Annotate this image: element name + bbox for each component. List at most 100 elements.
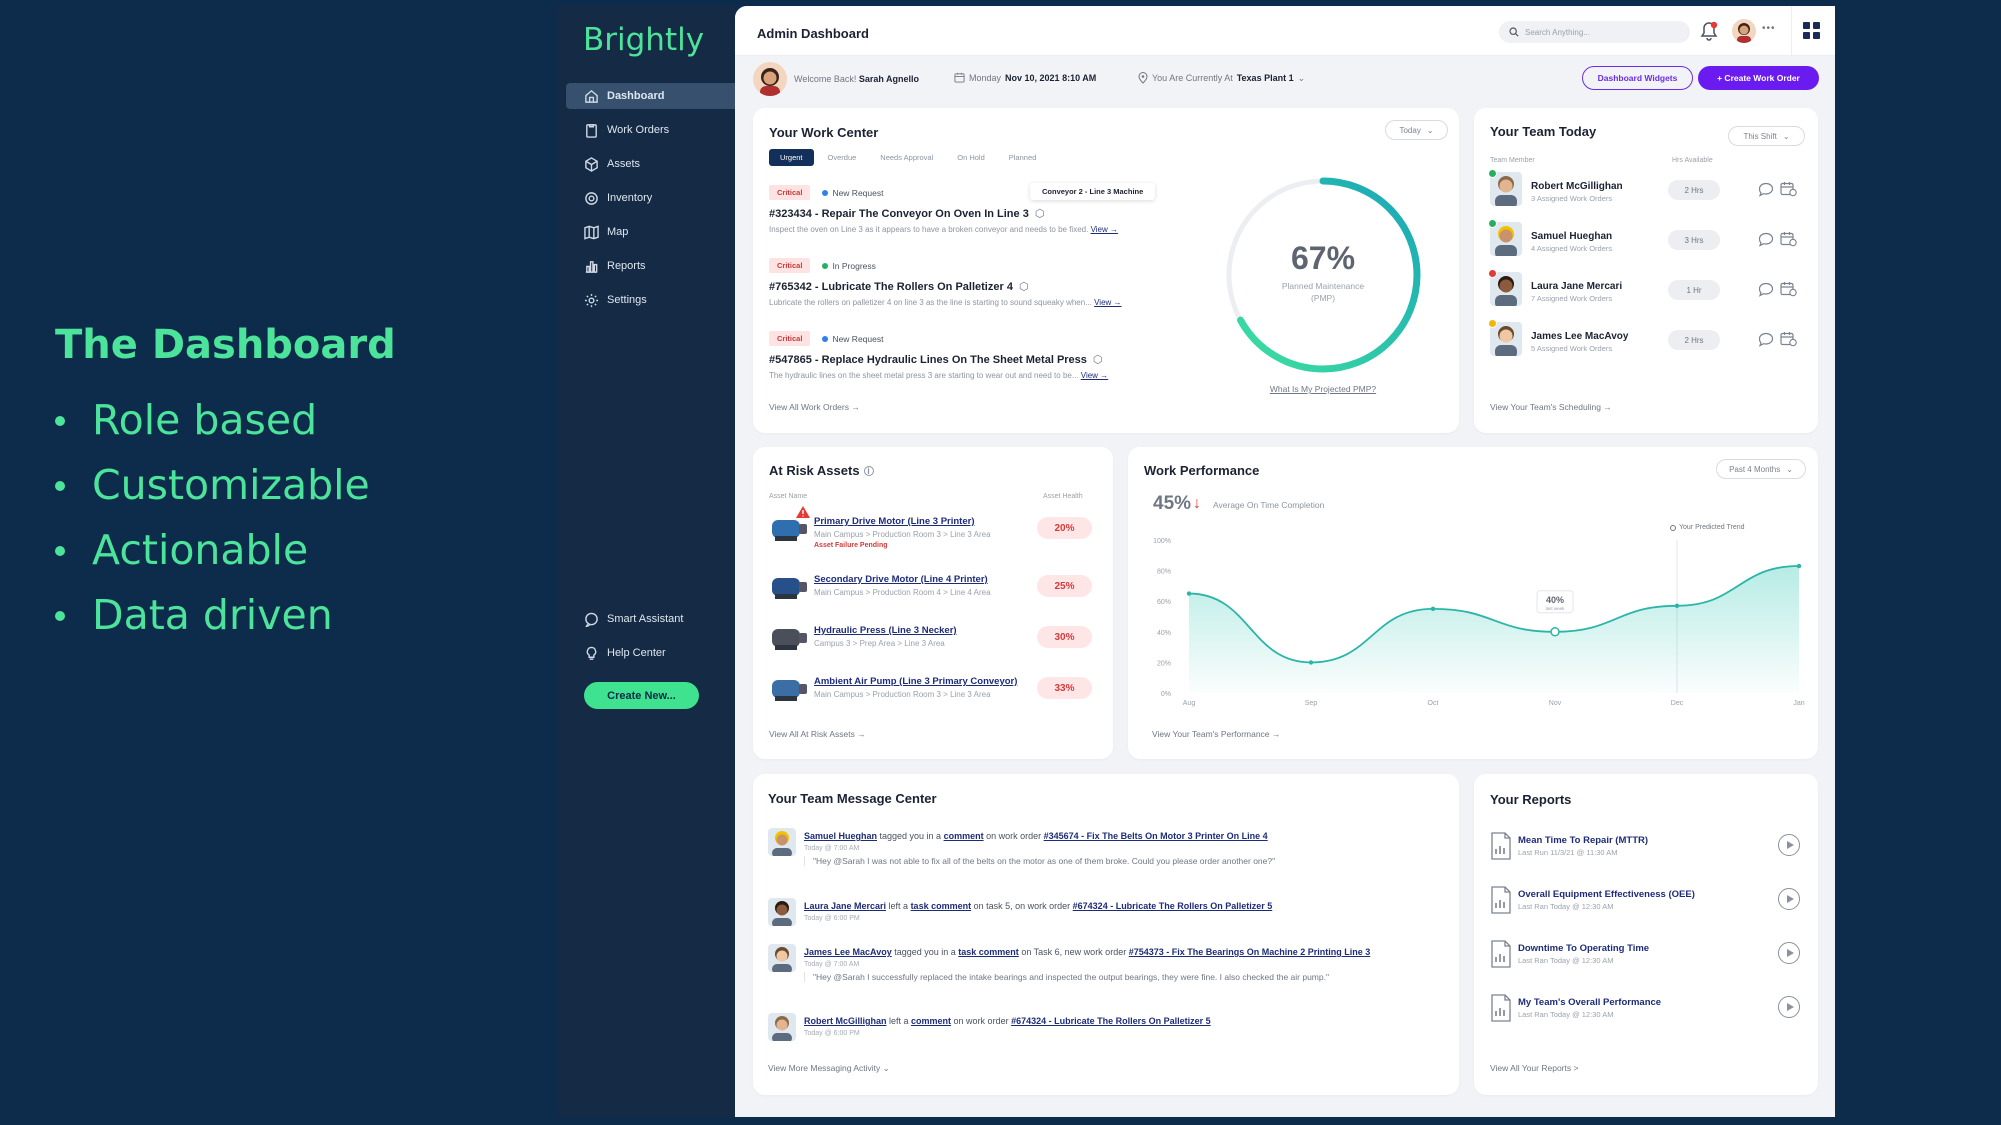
report-item[interactable]: Mean Time To Repair (MTTR) Last Run 11/3… [1490,830,1804,864]
user-avatar[interactable] [1732,19,1756,43]
team-member-name: James Lee MacAvoy [1531,331,1629,342]
team-scheduling-link[interactable]: View Your Team's Scheduling → [1490,402,1612,412]
message-order-link[interactable]: #345674 - Fix The Belts On Motor 3 Print… [1044,831,1268,841]
more-options-icon[interactable]: ••• [1762,23,1776,34]
search-bar[interactable]: Search Anything... [1499,21,1690,43]
report-item[interactable]: Downtime To Operating Time Last Ran Toda… [1490,938,1804,972]
view-all-at-risk-link[interactable]: View All At Risk Assets → [769,729,866,739]
tab-needs-approval[interactable]: Needs Approval [870,149,943,166]
calendar-schedule-icon[interactable] [1780,331,1797,352]
message-user-link[interactable]: James Lee MacAvoy [804,947,892,957]
filter-label: Past 4 Months [1729,464,1781,474]
team-member-row[interactable]: Laura Jane Mercari 7 Assigned Work Order… [1488,269,1810,308]
view-link[interactable]: View → [1081,371,1108,380]
view-link[interactable]: View → [1094,298,1121,307]
asset-name-link[interactable]: Primary Drive Motor (Line 3 Printer) [814,516,974,527]
apps-grid-icon[interactable] [1803,22,1820,39]
performance-value: 45% [1153,493,1192,514]
location-pin-icon [1138,72,1148,84]
at-risk-asset-row[interactable]: Primary Drive Motor (Line 3 Printer) Mai… [769,506,1099,552]
asset-name-link[interactable]: Ambient Air Pump (Line 3 Primary Conveyo… [814,676,1017,687]
team-performance-link[interactable]: View Your Team's Performance → [1152,729,1280,739]
tab-on-hold[interactable]: On Hold [947,149,995,166]
report-document-icon [1490,940,1512,973]
message-kind-link[interactable]: comment [944,831,984,841]
team-member-row[interactable]: James Lee MacAvoy 5 Assigned Work Orders… [1488,319,1810,358]
calendar-schedule-icon[interactable] [1780,231,1797,252]
report-item[interactable]: My Team's Overall Performance Last Ran T… [1490,992,1804,1026]
play-report-icon[interactable] [1778,888,1800,910]
sidebar-item-map[interactable]: Map [566,219,735,245]
view-all-work-orders-link[interactable]: View All Work Orders → [769,402,860,412]
sidebar-item-reports[interactable]: Reports [566,253,735,279]
create-new-button[interactable]: Create New... [584,682,699,709]
play-report-icon[interactable] [1778,834,1800,856]
view-more-label: View More Messaging Activity [768,1063,881,1073]
team-member-row[interactable]: Samuel Hueghan 4 Assigned Work Orders 3 … [1488,219,1810,258]
asset-name-link[interactable]: Secondary Drive Motor (Line 4 Printer) [814,574,988,585]
work-order-item[interactable]: Critical New Request #323434 - Repair The… [769,185,1189,234]
message-order-link[interactable]: #674324 - Lubricate The Rollers On Palle… [1073,901,1273,911]
tab-overdue[interactable]: Overdue [818,149,867,166]
message-icon[interactable] [1758,182,1774,202]
view-more-messages-link[interactable]: View More Messaging Activity ⌄ [768,1063,890,1074]
view-all-reports-link[interactable]: View All Your Reports > [1490,1063,1578,1073]
message-kind-link[interactable]: task comment [958,947,1019,957]
calendar-schedule-icon[interactable] [1780,181,1797,202]
view-link[interactable]: View → [1091,225,1118,234]
report-name[interactable]: Downtime To Operating Time [1518,943,1649,954]
message-user-link[interactable]: Laura Jane Mercari [804,901,886,911]
message-quote: "Hey @Sarah I successfully replaced the … [804,972,1329,982]
search-input[interactable]: Search Anything... [1525,28,1590,37]
report-item[interactable]: Overall Equipment Effectiveness (OEE) La… [1490,884,1804,918]
report-name[interactable]: Overall Equipment Effectiveness (OEE) [1518,889,1695,900]
sidebar-item-help-center[interactable]: Help Center [566,640,735,666]
sidebar-item-label: Map [607,226,629,238]
tab-planned[interactable]: Planned [999,149,1047,166]
message-order-link[interactable]: #674324 - Lubricate The Rollers On Palle… [1011,1016,1211,1026]
sidebar-item-settings[interactable]: Settings [566,287,735,313]
work-order-item[interactable]: Critical New Request #547865 - Replace Hy… [769,331,1189,380]
message-kind-link[interactable]: task comment [911,901,972,911]
report-name[interactable]: Mean Time To Repair (MTTR) [1518,835,1648,846]
work-center-filter[interactable]: Today ⌄ [1385,120,1448,140]
at-risk-asset-row[interactable]: Ambient Air Pump (Line 3 Primary Conveyo… [769,668,1099,712]
play-report-icon[interactable] [1778,996,1800,1018]
tab-urgent[interactable]: Urgent [769,149,814,166]
brand-logo[interactable]: Brightly [583,22,704,58]
calendar-schedule-icon[interactable] [1780,281,1797,302]
message-user-link[interactable]: Robert McGillighan [804,1016,887,1026]
message-avatar [768,898,796,926]
play-report-icon[interactable] [1778,942,1800,964]
create-work-order-button[interactable]: + Create Work Order [1698,66,1819,90]
location-selector[interactable]: You Are Currently At Texas Plant 1 ⌄ [1138,72,1305,84]
message-icon[interactable] [1758,332,1774,352]
message-kind-link[interactable]: comment [911,1016,951,1026]
team-member-row[interactable]: Robert McGillighan 3 Assigned Work Order… [1488,169,1810,208]
info-icon[interactable]: i [863,465,874,476]
hours-available-badge: 3 Hrs [1668,230,1720,250]
at-risk-asset-row[interactable]: Hydraulic Press (Line 3 Necker) Campus 3… [769,617,1099,661]
asset-name-link[interactable]: Hydraulic Press (Line 3 Necker) [814,625,957,636]
message-icon[interactable] [1758,232,1774,252]
y-tick-label: 0% [1161,691,1171,698]
team-today-title: Your Team Today [1490,124,1597,139]
status-text: In Progress [832,260,876,271]
notification-bell-icon[interactable] [1699,20,1719,47]
dashboard-widgets-button[interactable]: Dashboard Widgets [1582,66,1693,90]
message-user-link[interactable]: Samuel Hueghan [804,831,877,841]
sidebar-item-inventory[interactable]: Inventory [566,185,735,211]
performance-filter[interactable]: Past 4 Months ⌄ [1716,459,1806,479]
work-center-tabs: Urgent Overdue Needs Approval On Hold Pl… [769,149,1046,166]
message-order-link[interactable]: #754373 - Fix The Bearings On Machine 2 … [1129,947,1371,957]
sidebar-item-assets[interactable]: Assets [566,151,735,177]
pmp-help-link[interactable]: What Is My Projected PMP? [1223,384,1423,394]
report-name[interactable]: My Team's Overall Performance [1518,997,1661,1008]
sidebar-item-smart-assistant[interactable]: Smart Assistant [566,606,735,632]
sidebar-item-dashboard[interactable]: Dashboard [566,83,735,109]
message-icon[interactable] [1758,282,1774,302]
work-order-item[interactable]: Critical In Progress #765342 - Lubricate … [769,258,1189,307]
sidebar-item-work-orders[interactable]: Work Orders [566,117,735,143]
at-risk-asset-row[interactable]: Secondary Drive Motor (Line 4 Printer) M… [769,566,1099,610]
team-filter[interactable]: This Shift ⌄ [1728,126,1805,146]
